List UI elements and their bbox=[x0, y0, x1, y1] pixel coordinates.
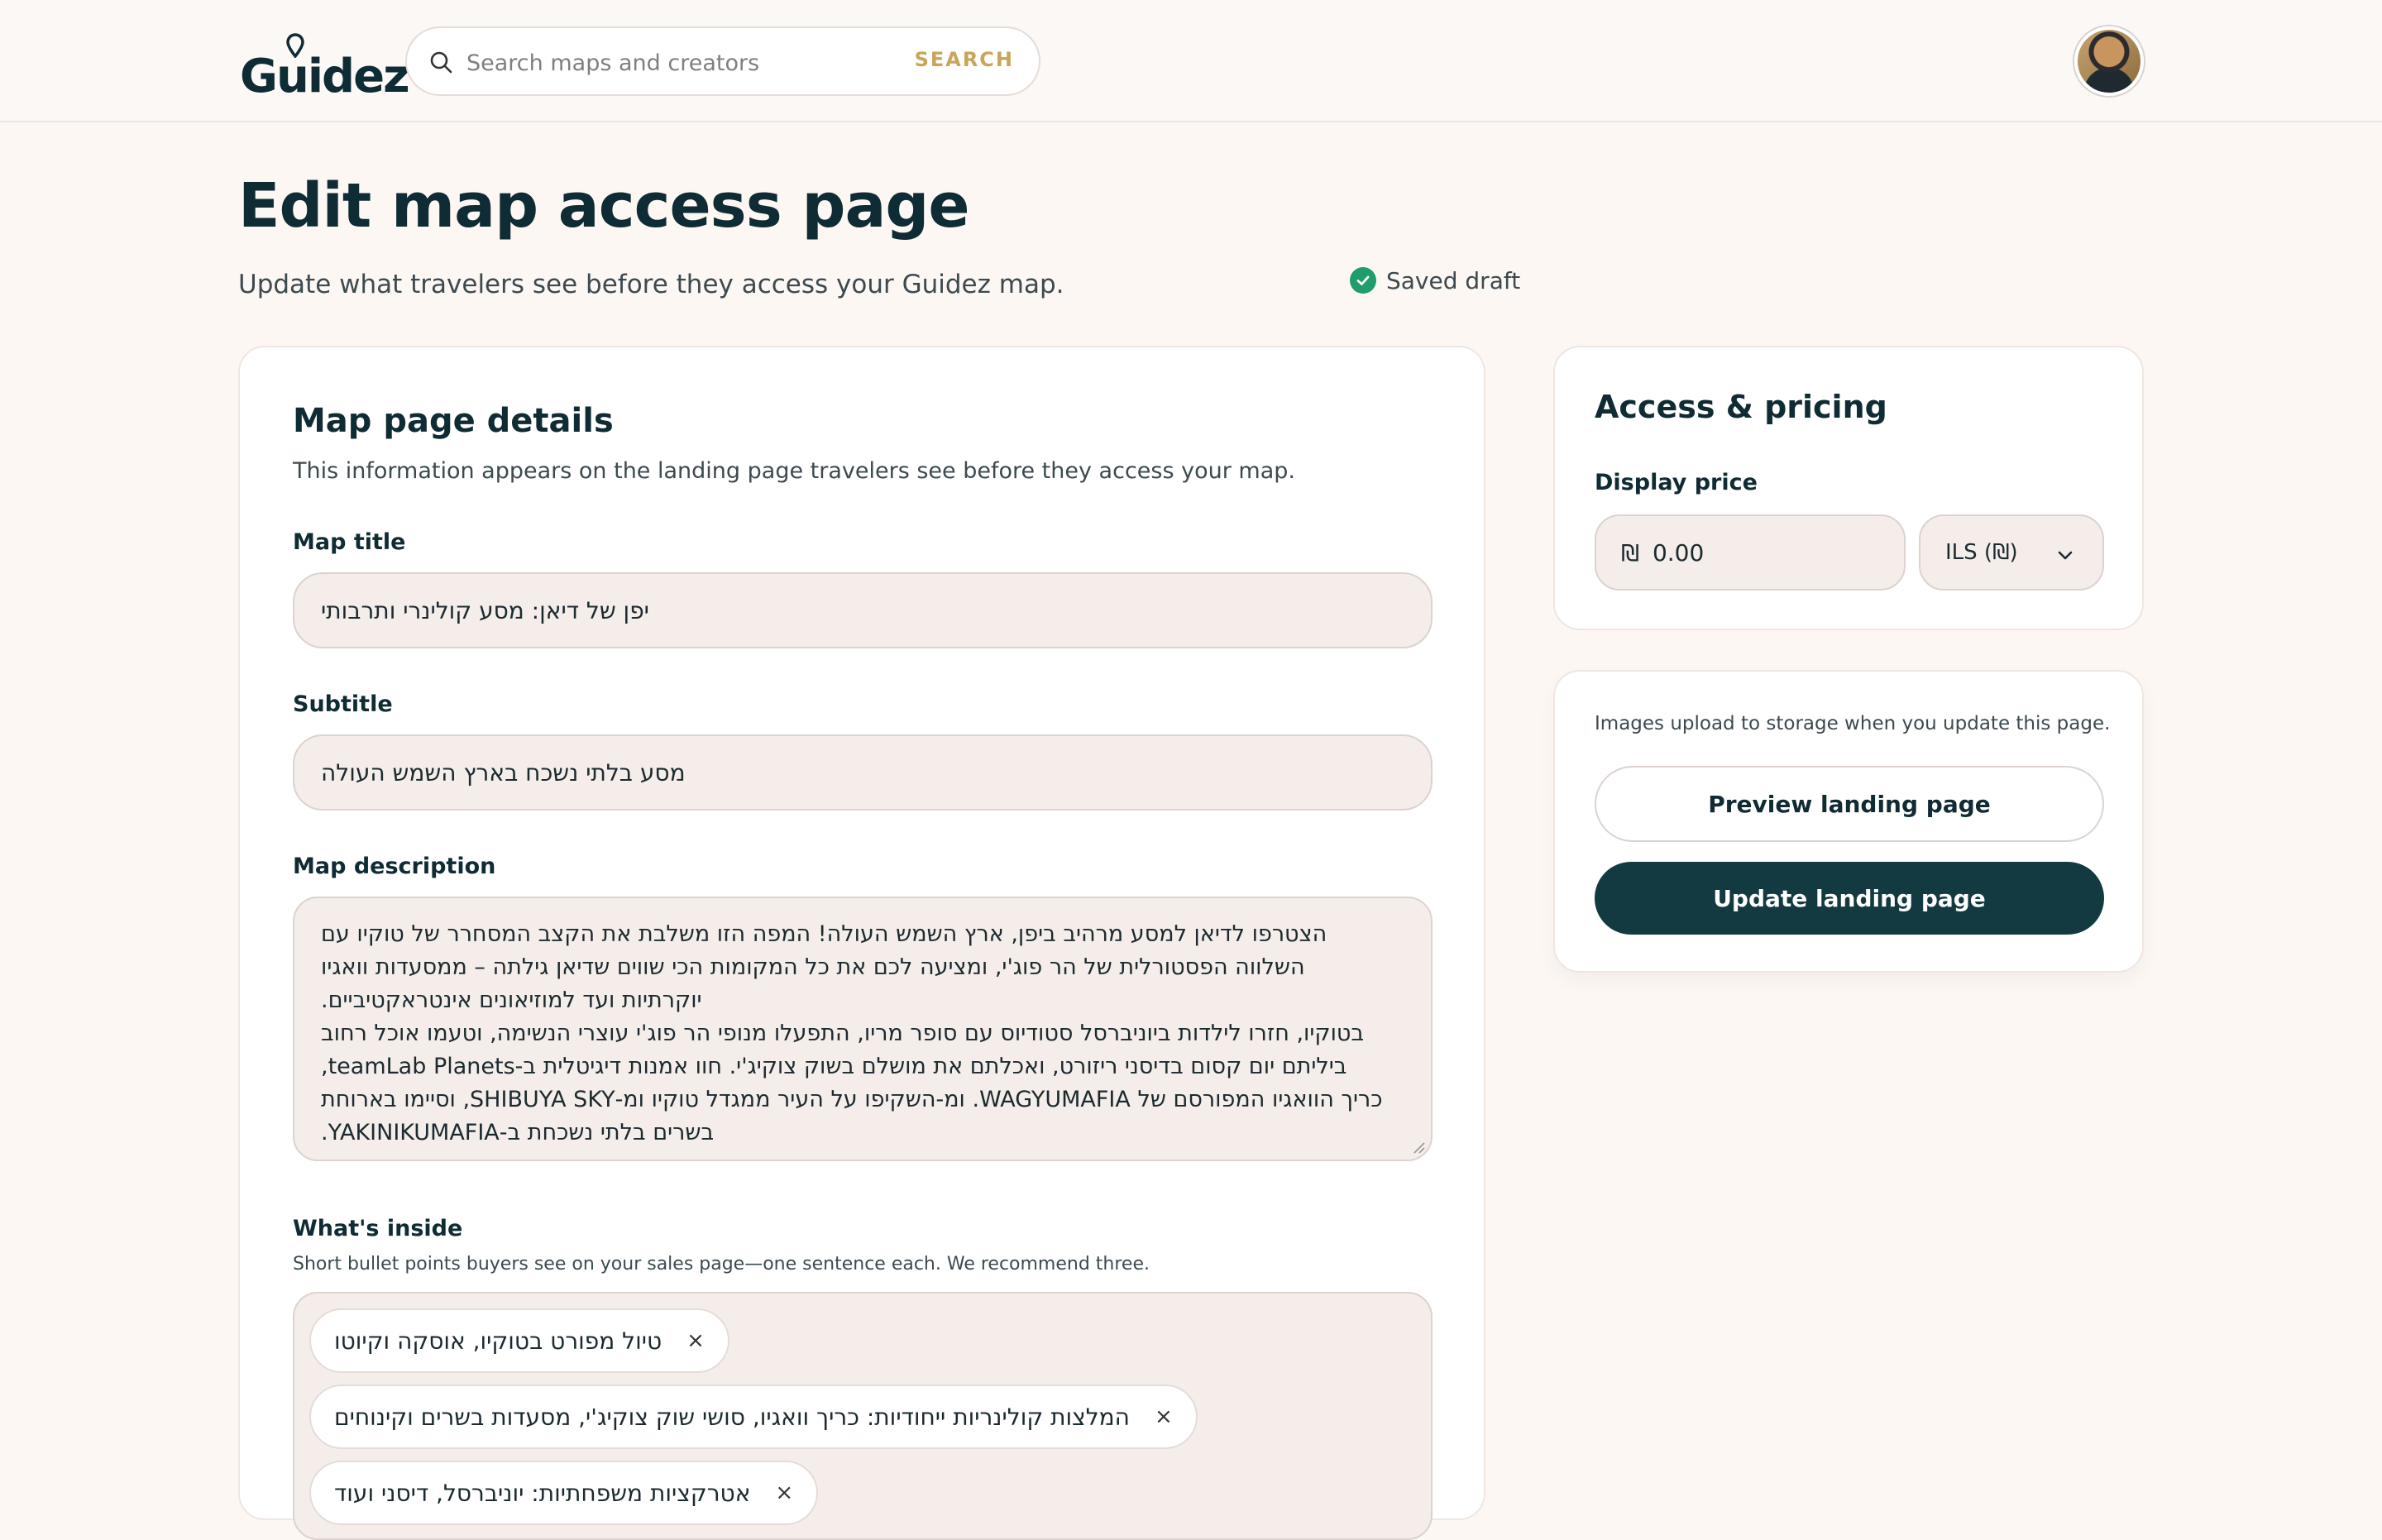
currency-selected: ILS (₪) bbox=[1945, 540, 2018, 565]
whats-inside-description: Short bullet points buyers see on your s… bbox=[293, 1254, 1150, 1275]
map-title-label: Map title bbox=[293, 529, 406, 555]
remove-chip-icon[interactable]: × bbox=[1155, 1404, 1173, 1429]
map-description-label: Map description bbox=[293, 854, 496, 879]
description-line: יוקרתיות ועד למוזיאונים אינטראקטיביים. bbox=[321, 988, 702, 1013]
access-pricing-card: Access & pricing Display price ₪ 0.00 IL… bbox=[1553, 346, 2144, 630]
currency-select[interactable]: ILS (₪) bbox=[1919, 514, 2104, 591]
guidez-logo[interactable]: Guidez bbox=[240, 33, 410, 103]
user-avatar[interactable] bbox=[2074, 26, 2144, 96]
display-price-input[interactable]: ₪ 0.00 bbox=[1595, 514, 1906, 591]
remove-chip-icon[interactable]: × bbox=[775, 1480, 793, 1505]
chip-text: טיול מפורט בטוקיו, אוסקה וקיוטו bbox=[334, 1327, 662, 1355]
subtitle-input[interactable]: מסע בלתי נשכח בארץ השמש העולה bbox=[293, 734, 1433, 811]
description-line: השלווה הפסטורלית של הר פוג'י, ומציעה לכם… bbox=[321, 954, 1305, 980]
resize-handle-icon[interactable] bbox=[1411, 1140, 1426, 1155]
map-description-textarea[interactable]: הצטרפו לדיאן למסע מרהיב ביפן, ארץ השמש ה… bbox=[293, 897, 1433, 1161]
chip-text: המלצות קולינריות ייחודיות: כריך וואגיו, … bbox=[334, 1403, 1130, 1431]
landing-page-actions-card: Images upload to storage when you update… bbox=[1553, 670, 2144, 973]
search-bar: SEARCH bbox=[405, 26, 1040, 96]
pricing-card-title: Access & pricing bbox=[1595, 389, 1887, 425]
remove-chip-icon[interactable]: × bbox=[686, 1328, 705, 1353]
shekel-icon: ₪ bbox=[1621, 538, 1639, 567]
whats-inside-chip: אטרקציות משפחתיות: יוניברסל, דיסני ועוד … bbox=[309, 1461, 819, 1525]
preview-landing-page-button[interactable]: Preview landing page bbox=[1595, 766, 2104, 842]
map-title-value: יפן של דיאן: מסע קולינרי ותרבותי bbox=[321, 596, 649, 624]
search-icon bbox=[430, 51, 452, 74]
page-subtitle: Update what travelers see before they ac… bbox=[238, 270, 1064, 299]
check-circle-icon bbox=[1350, 267, 1376, 294]
whats-inside-chip: טיול מפורט בטוקיו, אוסקה וקיוטו × bbox=[309, 1308, 729, 1373]
top-navigation-bar: Guidez SEARCH bbox=[0, 0, 2382, 122]
whats-inside-label: What's inside bbox=[293, 1216, 463, 1241]
details-card-title: Map page details bbox=[293, 402, 614, 440]
search-input[interactable] bbox=[466, 43, 880, 83]
update-landing-page-button[interactable]: Update landing page bbox=[1595, 862, 2104, 935]
save-status-text: Saved draft bbox=[1386, 266, 1521, 294]
subtitle-label: Subtitle bbox=[293, 691, 393, 717]
subtitle-value: מסע בלתי נשכח בארץ השמש העולה bbox=[321, 758, 686, 787]
map-page-details-card: Map page details This information appear… bbox=[238, 346, 1485, 1540]
description-line: כריך הוואגיו המפורסם של WAGYUMAFIA. ומ-ה… bbox=[321, 1087, 1383, 1112]
map-pin-icon bbox=[286, 33, 304, 58]
chip-text: אטרקציות משפחתיות: יוניברסל, דיסני ועוד bbox=[334, 1479, 751, 1507]
upload-note: Images upload to storage when you update… bbox=[1595, 713, 2111, 734]
description-line: הצטרפו לדיאן למסע מרהיב ביפן, ארץ השמש ה… bbox=[321, 921, 1327, 947]
logo-text: Guidez bbox=[240, 50, 410, 103]
chevron-down-icon bbox=[2058, 551, 2073, 560]
display-price-label: Display price bbox=[1595, 470, 1758, 495]
price-value: 0.00 bbox=[1652, 538, 1705, 567]
description-line: בטוקיו, חזרו לילדות ביוניברסל סטודיוס עם… bbox=[321, 1021, 1365, 1046]
description-line: בשרים בלתי נשכחת ב-YAKINIKUMAFIA. bbox=[321, 1120, 715, 1145]
whats-inside-chips: טיול מפורט בטוקיו, אוסקה וקיוטו × המלצות… bbox=[293, 1292, 1433, 1540]
description-line: ביליתם יום קסום בדיסני ריזורט, ואכלתם את… bbox=[321, 1054, 1347, 1079]
whats-inside-chip: המלצות קולינריות ייחודיות: כריך וואגיו, … bbox=[309, 1385, 1198, 1449]
save-status: Saved draft bbox=[1350, 266, 1520, 294]
details-card-description: This information appears on the landing … bbox=[293, 458, 1295, 484]
page-title: Edit map access page bbox=[238, 170, 970, 242]
map-title-input[interactable]: יפן של דיאן: מסע קולינרי ותרבותי bbox=[293, 572, 1433, 648]
search-button[interactable]: SEARCH bbox=[915, 48, 1014, 71]
